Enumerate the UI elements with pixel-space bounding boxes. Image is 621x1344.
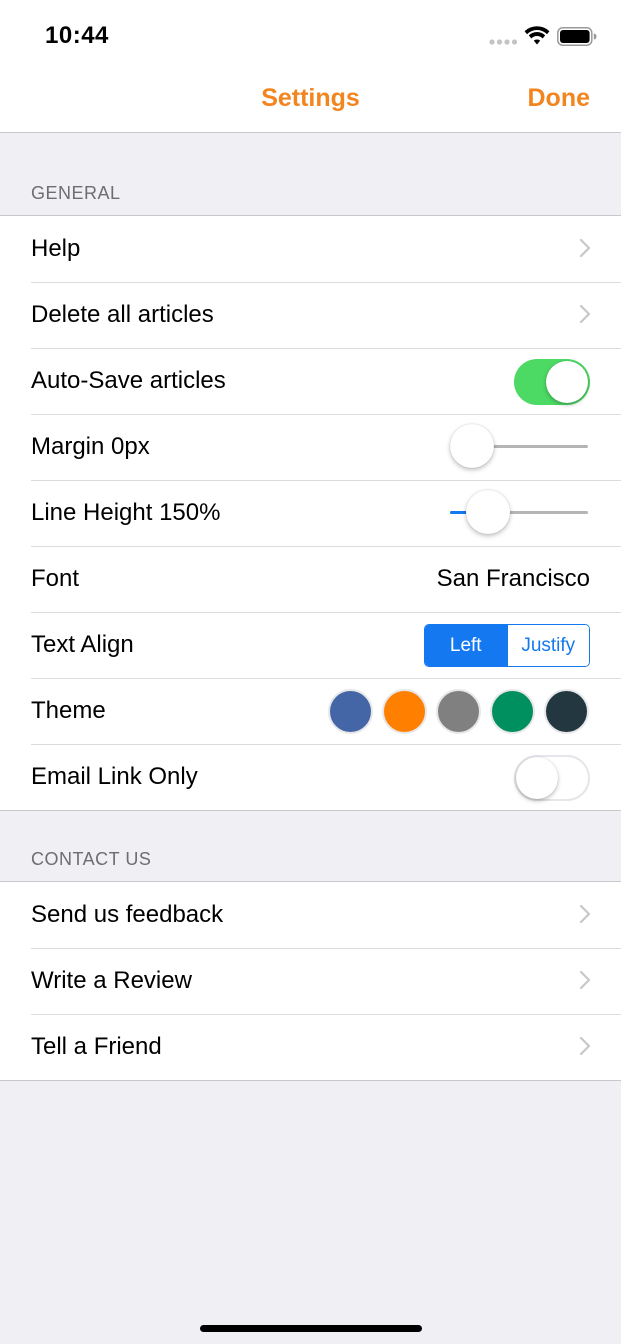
theme-swatch-dark[interactable] — [544, 689, 589, 734]
theme-swatch-blue[interactable] — [328, 689, 373, 734]
row-label: Line Height 150% — [31, 499, 221, 526]
slider-thumb[interactable] — [465, 490, 510, 534]
navigation-bar: Settings Done — [0, 66, 621, 133]
battery-icon — [557, 27, 597, 46]
segment-left[interactable]: Left — [425, 625, 507, 666]
section-header-general: GENERAL — [31, 183, 121, 203]
wifi-icon — [524, 26, 550, 45]
row-label: Help — [31, 235, 81, 262]
row-text-align: Text Align Left Justify — [0, 612, 621, 678]
status-bar: 10:44 — [0, 0, 621, 66]
row-label: Margin 0px — [31, 433, 150, 460]
chevron-right-icon — [579, 304, 591, 324]
chevron-right-icon — [579, 904, 591, 924]
toggle-knob — [516, 757, 558, 799]
row-label: Tell a Friend — [31, 1033, 162, 1060]
row-auto-save: Auto-Save articles — [0, 348, 621, 414]
chevron-right-icon — [579, 1036, 591, 1056]
row-label: Delete all articles — [31, 301, 214, 328]
general-group: Help Delete all articles Auto-Save artic… — [0, 215, 621, 811]
row-write-review[interactable]: Write a Review — [0, 948, 621, 1014]
section-header-contact: CONTACT US — [31, 849, 152, 869]
row-margin: Margin 0px — [0, 414, 621, 480]
toggle-knob — [546, 361, 588, 403]
email-link-only-toggle[interactable] — [514, 755, 590, 801]
theme-swatch-gray[interactable] — [436, 689, 481, 734]
font-value: San Francisco — [436, 565, 590, 592]
row-help[interactable]: Help — [0, 216, 621, 282]
status-time: 10:44 — [45, 22, 109, 49]
row-label: Font — [31, 565, 80, 592]
row-email-link-only: Email Link Only — [0, 744, 621, 810]
margin-slider[interactable] — [450, 424, 588, 468]
row-label: Auto-Save articles — [31, 367, 226, 394]
home-indicator[interactable] — [200, 1325, 422, 1332]
row-label: Write a Review — [31, 967, 192, 994]
line-height-slider[interactable] — [450, 490, 588, 534]
slider-thumb[interactable] — [450, 424, 494, 468]
row-label: Theme — [31, 697, 106, 724]
row-theme: Theme — [0, 678, 621, 744]
row-label: Email Link Only — [31, 763, 198, 790]
chevron-right-icon — [579, 970, 591, 990]
segment-justify[interactable]: Justify — [506, 625, 589, 666]
chevron-right-icon — [579, 238, 591, 258]
done-button[interactable]: Done — [528, 84, 591, 113]
row-label: Text Align — [31, 631, 134, 658]
text-align-segmented-control: Left Justify — [424, 624, 590, 667]
signal-dots-icon — [489, 39, 518, 45]
theme-swatch-green[interactable] — [490, 689, 535, 734]
contact-group: Send us feedback Write a Review Tell a F… — [0, 881, 621, 1081]
row-label: Send us feedback — [31, 901, 224, 928]
auto-save-toggle[interactable] — [514, 359, 590, 405]
row-font[interactable]: Font San Francisco — [0, 546, 621, 612]
row-tell-friend[interactable]: Tell a Friend — [0, 1014, 621, 1080]
theme-swatch-orange[interactable] — [382, 689, 427, 734]
row-line-height: Line Height 150% — [0, 480, 621, 546]
row-send-feedback[interactable]: Send us feedback — [0, 882, 621, 948]
row-delete-all-articles[interactable]: Delete all articles — [0, 282, 621, 348]
